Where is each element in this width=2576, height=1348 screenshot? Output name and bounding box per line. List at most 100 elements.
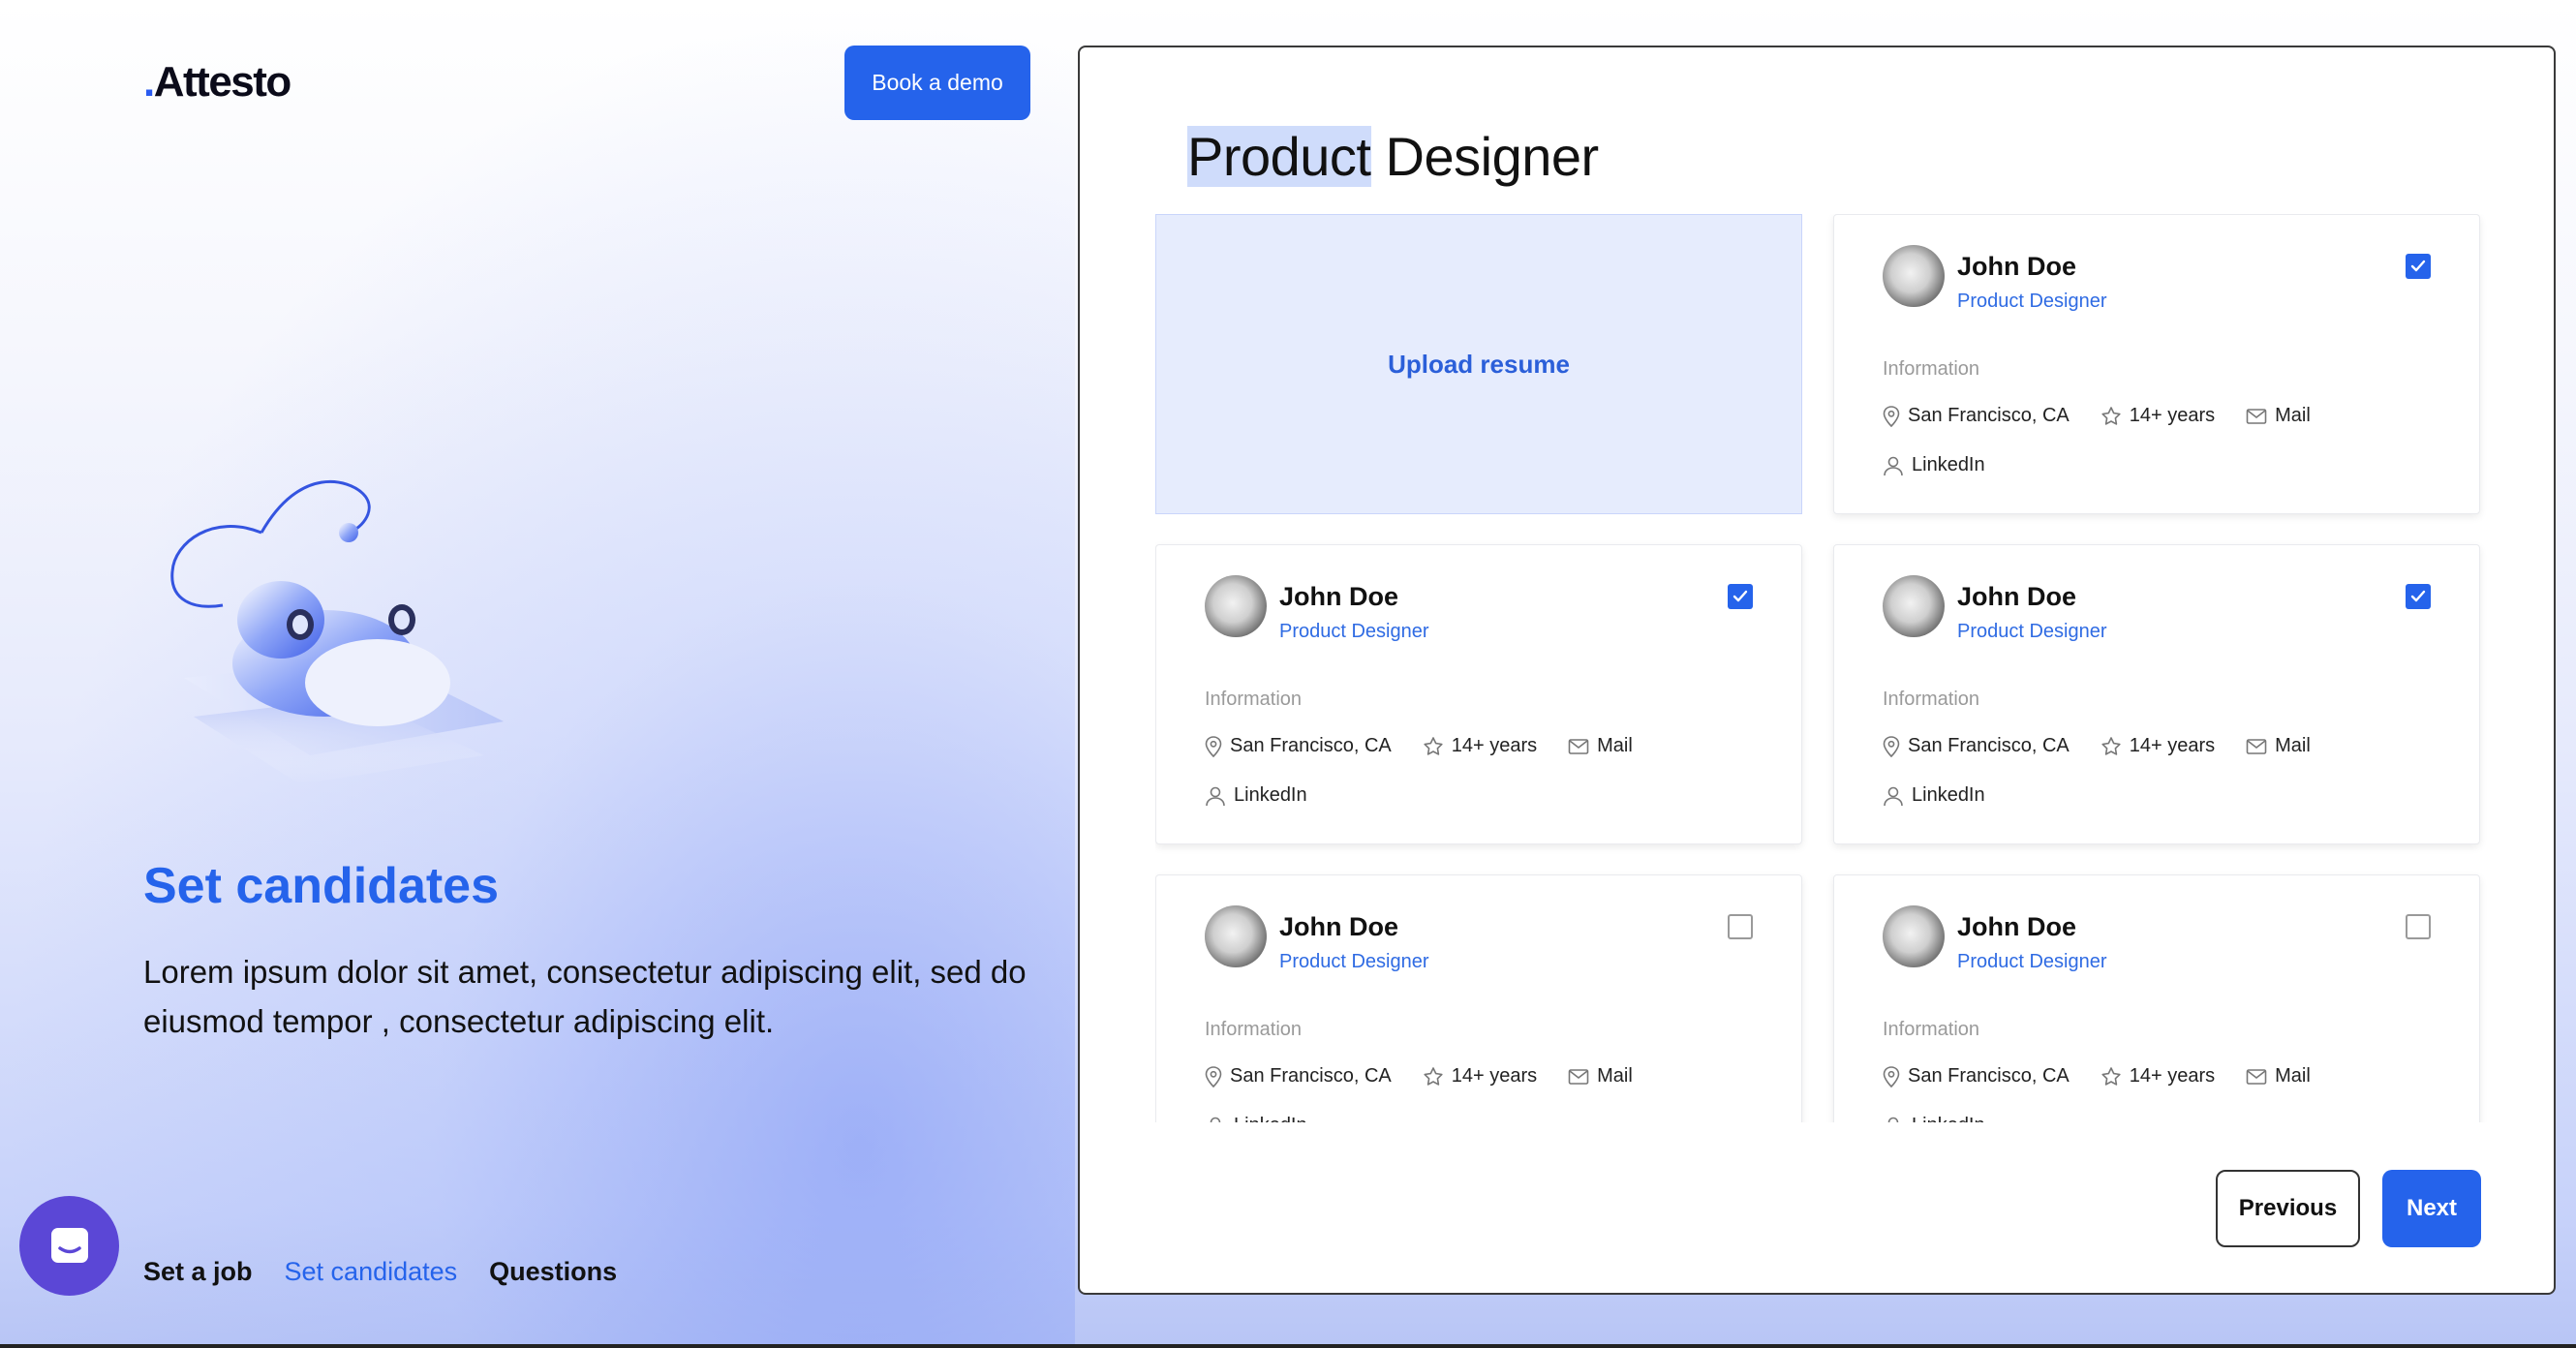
- mail-item[interactable]: Mail: [2246, 735, 2311, 757]
- linkedin-text: LinkedIn: [1912, 784, 1985, 806]
- information-label: Information: [1205, 689, 1303, 710]
- section-description: Lorem ipsum dolor sit amet, consectetur …: [143, 954, 1027, 1039]
- info-row: San Francisco, CA 14+ years Mail: [1883, 405, 2342, 427]
- experience-text: 14+ years: [1451, 1065, 1538, 1087]
- brand-logo[interactable]: .Attesto: [143, 58, 291, 107]
- location-text: San Francisco, CA: [1230, 735, 1392, 756]
- next-button[interactable]: Next: [2382, 1170, 2481, 1247]
- avatar: [1205, 905, 1267, 967]
- checkmark-icon: [2410, 260, 2426, 272]
- avatar: [1205, 575, 1267, 637]
- linkedin-text: LinkedIn: [1234, 1115, 1307, 1122]
- mail-icon: [2246, 1068, 2267, 1085]
- star-icon: [2101, 406, 2121, 425]
- step-navigation: Set a job Set candidates Questions: [143, 1257, 617, 1287]
- step-set-candidates[interactable]: Set candidates: [285, 1257, 458, 1287]
- location-text: San Francisco, CA: [1230, 1065, 1392, 1087]
- location-item: San Francisco, CA: [1883, 1065, 2070, 1088]
- candidate-card[interactable]: John Doe Product Designer Information Sa…: [1155, 874, 1802, 1122]
- mail-item[interactable]: Mail: [2246, 1065, 2311, 1088]
- previous-button[interactable]: Previous: [2216, 1170, 2360, 1247]
- checkmark-icon: [1733, 590, 1748, 602]
- star-icon: [2101, 736, 2121, 755]
- user-icon: [1887, 1117, 1899, 1122]
- mail-text: Mail: [2275, 405, 2311, 426]
- location-pin-icon: [1205, 735, 1222, 757]
- mail-icon: [1568, 1068, 1589, 1085]
- window-bottom-edge: [0, 1344, 2576, 1348]
- select-checkbox[interactable]: [1728, 584, 1753, 609]
- location-text: San Francisco, CA: [1908, 1065, 2070, 1087]
- information-label: Information: [1883, 689, 1980, 710]
- experience-text: 14+ years: [2129, 735, 2216, 756]
- info-row: San Francisco, CA 14+ years Mail: [1883, 1065, 2342, 1088]
- mail-icon: [2246, 408, 2267, 424]
- location-text: San Francisco, CA: [1908, 735, 2070, 756]
- book-demo-button[interactable]: Book a demo: [844, 46, 1030, 120]
- candidate-name: John Doe: [1957, 252, 2077, 281]
- linkedin-item[interactable]: LinkedIn: [1205, 784, 1307, 807]
- mail-item[interactable]: Mail: [1568, 1065, 1633, 1088]
- candidate-role: Product Designer: [1279, 621, 1429, 642]
- info-row-2: LinkedIn: [1883, 784, 2016, 807]
- info-row: San Francisco, CA 14+ years Mail: [1205, 735, 1664, 757]
- experience-text: 14+ years: [2129, 405, 2216, 426]
- user-icon: [1884, 456, 1903, 475]
- candidate-name: John Doe: [1279, 912, 1399, 941]
- linkedin-item[interactable]: LinkedIn: [1205, 1115, 1307, 1122]
- location-pin-icon: [1205, 1065, 1222, 1088]
- candidate-card[interactable]: John Doe Product Designer Information Sa…: [1155, 544, 1802, 844]
- chat-widget-button[interactable]: [19, 1196, 119, 1296]
- information-label: Information: [1883, 358, 1980, 380]
- select-checkbox[interactable]: [2406, 584, 2431, 609]
- info-row: San Francisco, CA 14+ years Mail: [1205, 1065, 1664, 1088]
- location-item: San Francisco, CA: [1205, 1065, 1392, 1088]
- candidate-name: John Doe: [1957, 582, 2077, 611]
- experience-text: 14+ years: [1451, 735, 1538, 756]
- linkedin-item[interactable]: LinkedIn: [1883, 784, 1985, 807]
- mail-item[interactable]: Mail: [1568, 735, 1633, 757]
- upload-resume-label: Upload resume: [1388, 349, 1570, 379]
- star-icon: [1424, 1066, 1443, 1086]
- star-icon: [1424, 736, 1443, 755]
- location-item: San Francisco, CA: [1883, 405, 2070, 427]
- candidate-role: Product Designer: [1279, 951, 1429, 972]
- linkedin-item[interactable]: LinkedIn: [1883, 454, 1985, 476]
- job-title-highlight: Product: [1187, 126, 1371, 187]
- info-row: San Francisco, CA 14+ years Mail: [1883, 735, 2342, 757]
- select-checkbox[interactable]: [2406, 914, 2431, 939]
- candidate-grid: Upload resume John Doe Product Designer …: [1155, 214, 2488, 1122]
- linkedin-item[interactable]: LinkedIn: [1883, 1115, 1985, 1122]
- mail-icon: [2246, 738, 2267, 754]
- candidate-card[interactable]: John Doe Product Designer Information Sa…: [1833, 874, 2480, 1122]
- step-questions[interactable]: Questions: [489, 1257, 617, 1287]
- mail-item[interactable]: Mail: [2246, 405, 2311, 427]
- candidate-role: Product Designer: [1957, 621, 2107, 642]
- candidate-card[interactable]: John Doe Product Designer Information Sa…: [1833, 544, 2480, 844]
- experience-item: 14+ years: [1423, 735, 1537, 757]
- location-item: San Francisco, CA: [1883, 735, 2070, 757]
- info-row-2: LinkedIn: [1205, 1115, 1338, 1122]
- step-set-a-job[interactable]: Set a job: [143, 1257, 253, 1287]
- section-title: Set candidates: [143, 858, 500, 914]
- candidate-card[interactable]: John Doe Product Designer Information Sa…: [1833, 214, 2480, 514]
- experience-text: 14+ years: [2129, 1065, 2216, 1087]
- avatar: [1883, 905, 1945, 967]
- info-row-2: LinkedIn: [1883, 454, 2016, 476]
- select-checkbox[interactable]: [2406, 254, 2431, 279]
- location-pin-icon: [1883, 735, 1900, 757]
- information-label: Information: [1205, 1019, 1303, 1040]
- info-row-2: LinkedIn: [1883, 1115, 2016, 1122]
- user-icon: [1210, 1117, 1221, 1122]
- job-title-rest: Designer: [1370, 126, 1600, 187]
- experience-item: 14+ years: [2101, 735, 2215, 757]
- linkedin-text: LinkedIn: [1912, 1115, 1985, 1122]
- info-row-2: LinkedIn: [1205, 784, 1338, 807]
- mail-text: Mail: [2275, 1065, 2311, 1087]
- upload-resume-dropzone[interactable]: Upload resume: [1155, 214, 1802, 514]
- hero-illustration: [155, 475, 523, 823]
- experience-item: 14+ years: [2101, 1065, 2215, 1088]
- user-icon: [1206, 786, 1225, 806]
- select-checkbox[interactable]: [1728, 914, 1753, 939]
- candidates-panel: Product Designer Upload resume John Doe …: [1078, 46, 2556, 1295]
